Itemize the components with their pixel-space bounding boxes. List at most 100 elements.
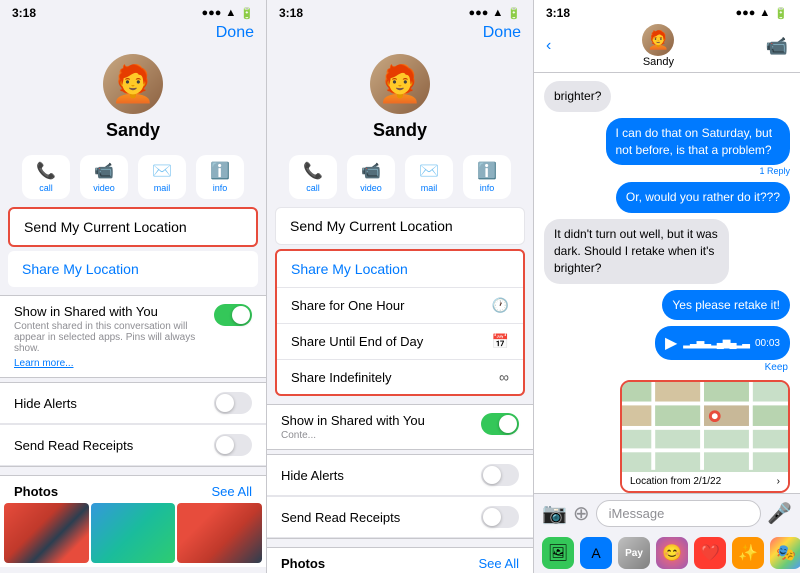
heart-icon[interactable]: ❤️ (694, 537, 726, 569)
send-current-location-1[interactable]: Send My Current Location (10, 209, 256, 245)
status-bar-1: 3:18 ●●● ▲ 🔋 (0, 0, 266, 22)
video-label-2: video (360, 183, 382, 193)
done-button-2[interactable]: Done (483, 24, 521, 42)
call-btn-2[interactable]: 📞 call (289, 155, 337, 199)
send-read-row-1: Send Read Receipts (0, 424, 266, 466)
signal-icon: ●●● (201, 7, 221, 19)
appstore-app-icon[interactable]: A (580, 537, 612, 569)
applepay-app-icon[interactable]: Pay (618, 537, 650, 569)
map-card[interactable]: Location from 2/1/22 › (620, 380, 790, 493)
imessage-input[interactable]: iMessage (596, 500, 761, 527)
microphone-icon[interactable]: 🎤 (767, 501, 792, 526)
show-shared-sublabel-1: Content shared in this conversation will… (14, 321, 214, 354)
send-location-2[interactable]: Send My Current Location (275, 207, 525, 245)
alerts-section-1: Hide Alerts Send Read Receipts (0, 382, 266, 467)
share-end-of-day-label-2: Share Until End of Day (291, 334, 423, 349)
contact-info[interactable]: 🧑‍🦰 Sandy (642, 24, 674, 68)
info-btn-2[interactable]: ℹ️ info (463, 155, 511, 199)
send-read-label-2: Send Read Receipts (281, 510, 400, 525)
msg-bubble-1: brighter? (544, 81, 611, 112)
share-one-hour-label-2: Share for One Hour (291, 298, 404, 313)
share-indefinitely-2[interactable]: Share Indefinitely ∞ (277, 360, 523, 394)
audio-waveform: ▂▃▅▃▂▄▆▄▂▃ (683, 338, 749, 349)
show-shared-toggle-1[interactable] (214, 304, 252, 326)
nav-bar-1: Done (0, 22, 266, 48)
send-read-toggle-2[interactable] (481, 506, 519, 528)
video-btn-1[interactable]: 📹 video (80, 155, 128, 199)
info-icon-2: ℹ️ (477, 161, 497, 181)
call-label-1: call (39, 183, 53, 193)
share-one-hour-2[interactable]: Share for One Hour 🕐 (277, 288, 523, 324)
photos-section-1: Photos See All (0, 475, 266, 567)
share-end-of-day-2[interactable]: Share Until End of Day 📅 (277, 324, 523, 360)
mail-btn-1[interactable]: ✉️ mail (138, 155, 186, 199)
msg-input-bar: 📷 ⊕ iMessage 🎤 (534, 493, 800, 533)
map-footer: Location from 2/1/22 › (622, 472, 788, 491)
video-icon-1: 📹 (94, 161, 114, 181)
done-button-1[interactable]: Done (216, 24, 254, 42)
show-shared-label-2: Show in Shared with You Conte... (281, 413, 425, 441)
profile-name-2: Sandy (373, 120, 427, 141)
profile-name-1: Sandy (106, 120, 160, 141)
contact-avatar-emoji: 🧑‍🦰 (647, 30, 669, 51)
show-shared-toggle-2[interactable] (481, 413, 519, 435)
video-call-icon[interactable]: 📹 (766, 36, 788, 57)
camera-icon[interactable]: 📷 (542, 501, 567, 526)
avatar-emoji-2: 🧑‍🦰 (378, 66, 423, 102)
status-icons-1: ●●● ▲ 🔋 (201, 7, 254, 20)
call-label-2: call (306, 183, 320, 193)
mail-icon-1: ✉️ (152, 161, 172, 181)
profile-section-1: 🧑‍🦰 Sandy (0, 48, 266, 149)
audio-bubble[interactable]: ▶ ▂▃▅▃▂▄▆▄▂▃ 00:03 (655, 326, 790, 360)
info-btn-1[interactable]: ℹ️ info (196, 155, 244, 199)
map-chevron: › (777, 476, 780, 487)
info-label-2: info (480, 183, 495, 193)
keep-label[interactable]: Keep (765, 362, 790, 373)
share-my-location-2[interactable]: Share My Location (277, 251, 523, 288)
app-row: 🖼 A Pay 😊 ❤️ ✨ 🎭 🔴 (534, 533, 800, 573)
map-label: Location from 2/1/22 (630, 476, 721, 487)
photo-thumb-1a[interactable] (4, 503, 89, 563)
msg-bubble-4: It didn't turn out well, but it was dark… (544, 219, 729, 283)
share-my-location-1[interactable]: Share My Location (8, 251, 258, 287)
animoji-icon[interactable]: 😊 (656, 537, 688, 569)
panel-1: 3:18 ●●● ▲ 🔋 Done 🧑‍🦰 Sandy 📞 call 📹 vid… (0, 0, 267, 573)
photos-app-icon[interactable]: 🖼 (542, 537, 574, 569)
msg-reply-label-2[interactable]: 1 Reply (759, 166, 790, 176)
video-icon-2: 📹 (361, 161, 381, 181)
photo-thumb-1b[interactable] (91, 503, 176, 563)
show-shared-title-2: Show in Shared with You (281, 413, 425, 428)
back-button[interactable]: ‹ (546, 37, 551, 55)
msg-row-map: Location from 2/1/22 › (544, 380, 790, 493)
avatar-1: 🧑‍🦰 (103, 54, 163, 114)
sticker-icon[interactable]: ✨ (732, 537, 764, 569)
call-icon-1: 📞 (36, 161, 56, 181)
mail-icon-2: ✉️ (419, 161, 439, 181)
video-btn-2[interactable]: 📹 video (347, 155, 395, 199)
see-all-btn-1[interactable]: See All (212, 484, 252, 499)
send-current-location-2[interactable]: Send My Current Location (276, 208, 524, 244)
mail-btn-2[interactable]: ✉️ mail (405, 155, 453, 199)
contact-avatar: 🧑‍🦰 (642, 24, 674, 56)
apps-icon[interactable]: ⊕ (573, 501, 590, 526)
send-location-outlined-1[interactable]: Send My Current Location (8, 207, 258, 247)
call-btn-1[interactable]: 📞 call (22, 155, 70, 199)
hide-alerts-toggle-1[interactable] (214, 392, 252, 414)
hide-alerts-toggle-2[interactable] (481, 464, 519, 486)
photos-grid-1 (0, 503, 266, 567)
msg-text-1: brighter? (554, 89, 601, 103)
time-2: 3:18 (279, 6, 303, 20)
send-read-toggle-1[interactable] (214, 434, 252, 456)
show-shared-title-1: Show in Shared with You (14, 304, 214, 319)
learn-more-link-1[interactable]: Learn more... (14, 358, 73, 369)
memoji-icon[interactable]: 🎭 (770, 537, 800, 569)
photo-thumb-1c[interactable] (177, 503, 262, 563)
share-location-outlined-2[interactable]: Share My Location Share for One Hour 🕐 S… (275, 249, 525, 396)
panel-3-messages: 3:18 ●●● ▲ 🔋 ‹ 🧑‍🦰 Sandy 📹 brighter? I c… (534, 0, 800, 573)
clock-icon: 🕐 (492, 297, 509, 314)
msg-battery-icon: 🔋 (774, 7, 788, 20)
play-icon[interactable]: ▶ (665, 333, 677, 353)
see-all-btn-2[interactable]: See All (479, 556, 519, 571)
info-icon-1: ℹ️ (210, 161, 230, 181)
nav-bar-2: Done (267, 22, 533, 48)
